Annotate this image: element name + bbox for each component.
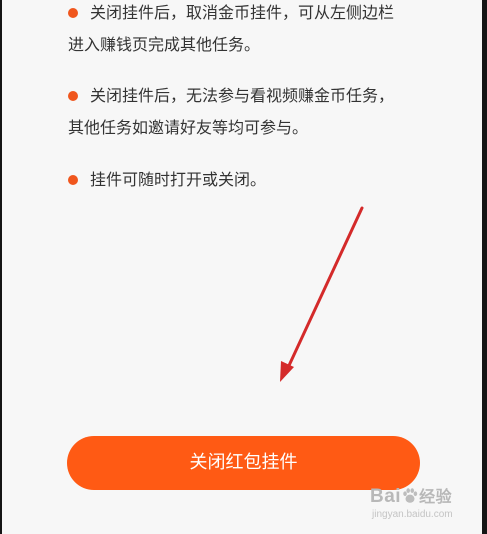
baidu-paw-icon [403,488,418,503]
watermark-url: jingyan.baidu.com [372,509,453,520]
app-screen: 关闭挂件后，取消金币挂件，可从左侧边栏 进入赚钱页完成其他任务。 关闭挂件后，无… [2,0,482,534]
baidu-jingyan-watermark: Bai 经验 jingyan.baidu.com [370,486,474,526]
watermark-logo: Bai 经验 [370,486,474,509]
watermark-logo-text-2: 经验 [419,489,453,506]
close-red-packet-widget-button[interactable]: 关闭红包挂件 [67,436,420,490]
watermark-logo-text-1: Bai [370,486,402,507]
